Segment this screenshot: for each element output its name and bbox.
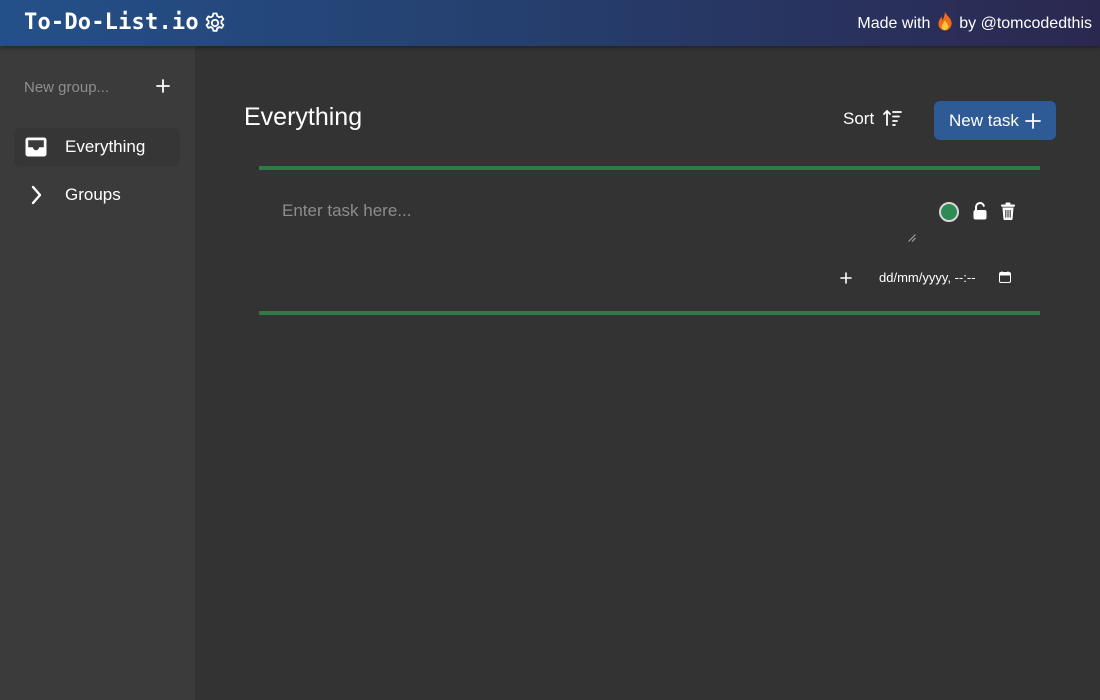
new-group-input[interactable]: New group... bbox=[24, 79, 109, 96]
add-group-icon[interactable] bbox=[154, 77, 172, 95]
new-task-button[interactable]: New task bbox=[934, 101, 1056, 140]
calendar-icon[interactable] bbox=[999, 271, 1011, 283]
credit-prefix: Made with bbox=[857, 15, 931, 32]
app-title[interactable]: To-Do-List.io bbox=[24, 10, 199, 35]
credit-text: Made with by @tomcodedthis bbox=[857, 11, 1092, 33]
unlock-icon[interactable] bbox=[972, 202, 988, 220]
sidebar-item-label: Everything bbox=[65, 137, 146, 156]
credit-suffix[interactable]: by @tomcodedthis bbox=[959, 15, 1092, 32]
sort-button[interactable]: Sort bbox=[843, 109, 903, 133]
sort-icon bbox=[883, 110, 902, 126]
sidebar-item-label: Groups bbox=[65, 185, 121, 204]
fire-icon bbox=[938, 11, 952, 31]
top-bar: To-Do-List.io Made with by @tomcodedthis bbox=[0, 0, 1100, 46]
page-title: Everything bbox=[244, 103, 363, 131]
due-date-placeholder: dd/mm/yyyy, --:-- bbox=[879, 270, 976, 285]
chevron-right-icon bbox=[31, 185, 42, 205]
new-task-label: New task bbox=[949, 111, 1019, 130]
sort-label: Sort bbox=[843, 109, 875, 128]
inbox-icon bbox=[25, 137, 47, 157]
sidebar-item-groups[interactable]: Groups bbox=[14, 176, 180, 214]
due-date-input[interactable]: dd/mm/yyyy, --:-- bbox=[875, 267, 1015, 289]
main-content: Everything Sort New task Enter task here… bbox=[195, 46, 1100, 700]
sidebar: New group... Everything Groups bbox=[0, 46, 195, 700]
task-card: dd/mm/yyyy, --:-- bbox=[259, 166, 1040, 315]
trash-icon[interactable] bbox=[1000, 202, 1016, 220]
status-toggle[interactable] bbox=[939, 202, 959, 222]
resize-handle-icon[interactable] bbox=[908, 234, 916, 242]
gear-icon[interactable] bbox=[203, 11, 227, 35]
plus-icon bbox=[1025, 113, 1041, 129]
task-input[interactable] bbox=[272, 191, 915, 242]
add-subtask-icon[interactable] bbox=[839, 271, 853, 285]
sidebar-item-everything[interactable]: Everything bbox=[14, 128, 180, 166]
